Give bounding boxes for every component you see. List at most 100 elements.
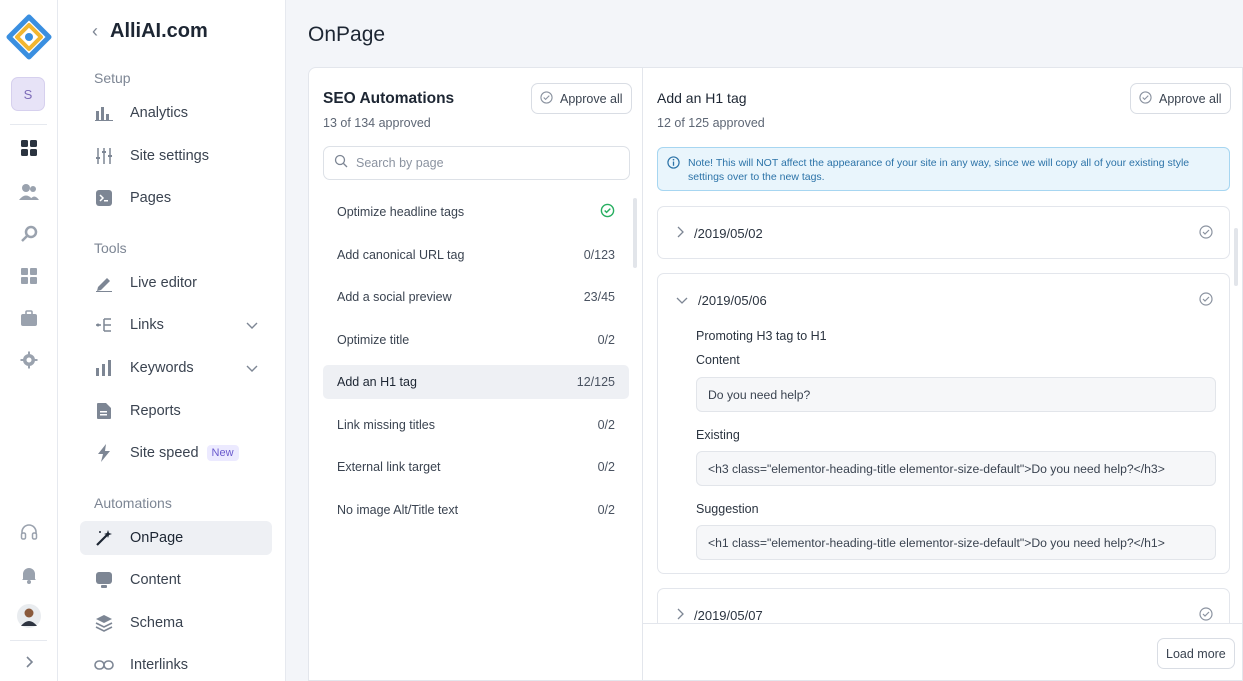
automation-label: Add canonical URL tag [337,248,465,262]
scrollbar-thumb[interactable] [633,198,637,268]
automation-label: Add an H1 tag [337,375,417,389]
link-tree-icon [94,315,114,335]
alliai-logo-icon[interactable] [6,14,52,60]
button-label: Approve all [560,91,623,106]
dashboard-icon[interactable] [17,136,41,160]
headset-icon[interactable] [17,520,41,544]
automation-item-selected[interactable]: Add an H1 tag 12/125 [323,365,629,399]
page-accordion-expanded[interactable]: /2019/05/06 Promoting H3 tag to H1 Conte… [657,273,1230,574]
keyword-bars-icon [94,358,114,378]
approve-all-button[interactable]: Approve all [1130,83,1231,114]
expand-chevron-icon[interactable] [17,650,41,674]
button-label: Load more [1166,646,1226,661]
green-check-icon [600,203,615,221]
approve-check-icon[interactable] [1199,607,1213,623]
automation-item[interactable]: Optimize headline tags [323,195,629,229]
automation-count: 12/125 [576,375,615,389]
nav-label: OnPage [130,530,184,546]
search-input[interactable] [356,156,606,170]
bell-icon[interactable] [17,563,41,587]
chevron-down-icon[interactable] [246,361,258,377]
accordion-header[interactable]: /2019/05/06 [658,274,1229,326]
briefcase-icon[interactable] [17,306,41,330]
nav-item-links[interactable]: Links [80,308,272,342]
check-circle-icon [540,90,553,107]
nav-label: Schema [130,615,184,631]
nav-sidebar: ‹ AlliAI.com Setup Analytics Site settin… [58,0,286,681]
nav-item-interlinks[interactable]: Interlinks [80,648,272,681]
nav-item-live-editor[interactable]: Live editor [80,266,272,300]
existing-label: Existing [696,428,740,442]
nav-item-pages[interactable]: Pages [80,181,272,215]
pencil-icon [94,273,114,293]
user-avatar[interactable] [17,604,41,628]
nav-item-analytics[interactable]: Analytics [80,96,272,130]
lightning-icon [94,443,114,463]
automation-item[interactable]: Optimize title 0/2 [323,323,629,357]
footer-divider [643,623,1243,624]
key-icon[interactable] [17,222,41,246]
page-accordion[interactable]: /2019/05/07 [657,588,1230,623]
content-field[interactable]: Do you need help? [696,377,1216,412]
gear-icon[interactable] [17,348,41,372]
detail-title: Add an H1 tag [657,90,747,106]
nav-item-content[interactable]: Content [80,563,272,597]
automation-label: Add a social preview [337,290,452,304]
accordion-header[interactable]: /2019/05/07 [658,589,1229,623]
users-icon[interactable] [17,180,41,204]
automation-count: 0/123 [583,248,615,262]
nav-item-schema[interactable]: Schema [80,606,272,640]
suggestion-field[interactable]: <h1 class="elementor-heading-title eleme… [696,525,1216,560]
chain-link-icon [94,655,114,675]
automation-count: 23/45 [583,290,615,304]
nav-label: Content [130,572,181,588]
monitor-icon [94,570,114,590]
automation-item[interactable]: No image Alt/Title text 0/2 [323,493,629,527]
page-title: OnPage [308,23,386,46]
nav-label: Analytics [130,105,189,121]
detail-panel: Add an H1 tag 12 of 125 approved Approve… [643,68,1243,681]
chevron-down-icon[interactable] [246,318,258,334]
automation-label: External link target [337,460,441,474]
automation-item[interactable]: Add canonical URL tag 0/123 [323,238,629,272]
button-label: Approve all [1159,91,1222,106]
widgets-icon[interactable] [17,264,41,288]
page-path: /2019/05/06 [698,292,767,308]
seo-automations-panel: SEO Automations 13 of 134 approved Appro… [309,68,643,681]
workspace-avatar[interactable]: S [11,77,45,111]
nav-label: Site settings [130,148,209,164]
chevron-right-icon [676,226,684,241]
nav-item-site-settings[interactable]: Site settings [80,139,272,173]
automation-item[interactable]: Link missing titles 0/2 [323,408,629,442]
nav-item-keywords[interactable]: Keywords [80,351,272,385]
accordion-header[interactable]: /2019/05/02 [658,207,1229,259]
approve-all-button[interactable]: Approve all [531,83,632,114]
nav-label: Interlinks [130,657,189,673]
brand-header: ‹ AlliAI.com [92,20,208,43]
automation-item[interactable]: Add a social preview 23/45 [323,280,629,314]
nav-label: Links [130,317,164,333]
page-accordion[interactable]: /2019/05/02 [657,206,1230,259]
scrollbar-thumb[interactable] [1234,228,1238,286]
back-chevron-icon[interactable]: ‹ [92,21,98,42]
existing-field[interactable]: <h3 class="elementor-heading-title eleme… [696,451,1216,486]
automation-count: 0/2 [597,418,615,432]
automation-count: 0/2 [597,460,615,474]
report-icon [94,401,114,421]
automation-item[interactable]: External link target 0/2 [323,450,629,484]
nav-item-reports[interactable]: Reports [80,394,272,428]
automation-count: 0/2 [597,333,615,347]
approve-check-icon[interactable] [1199,225,1213,244]
nav-item-onpage[interactable]: OnPage [80,521,272,555]
automation-label: Optimize headline tags [337,205,465,219]
search-box[interactable] [323,146,630,180]
suggestion-label: Suggestion [696,502,759,516]
note-text-line2: settings over to the new tags. [688,171,825,183]
info-note: Note! This will NOT affect the appearanc… [657,147,1230,191]
nav-item-site-speed[interactable]: Site speed New [80,436,272,470]
chevron-down-icon [676,293,688,308]
approve-check-icon[interactable] [1199,292,1213,311]
load-more-button[interactable]: Load more [1157,638,1235,669]
nav-label: Reports [130,403,181,419]
new-badge: New [206,445,239,461]
